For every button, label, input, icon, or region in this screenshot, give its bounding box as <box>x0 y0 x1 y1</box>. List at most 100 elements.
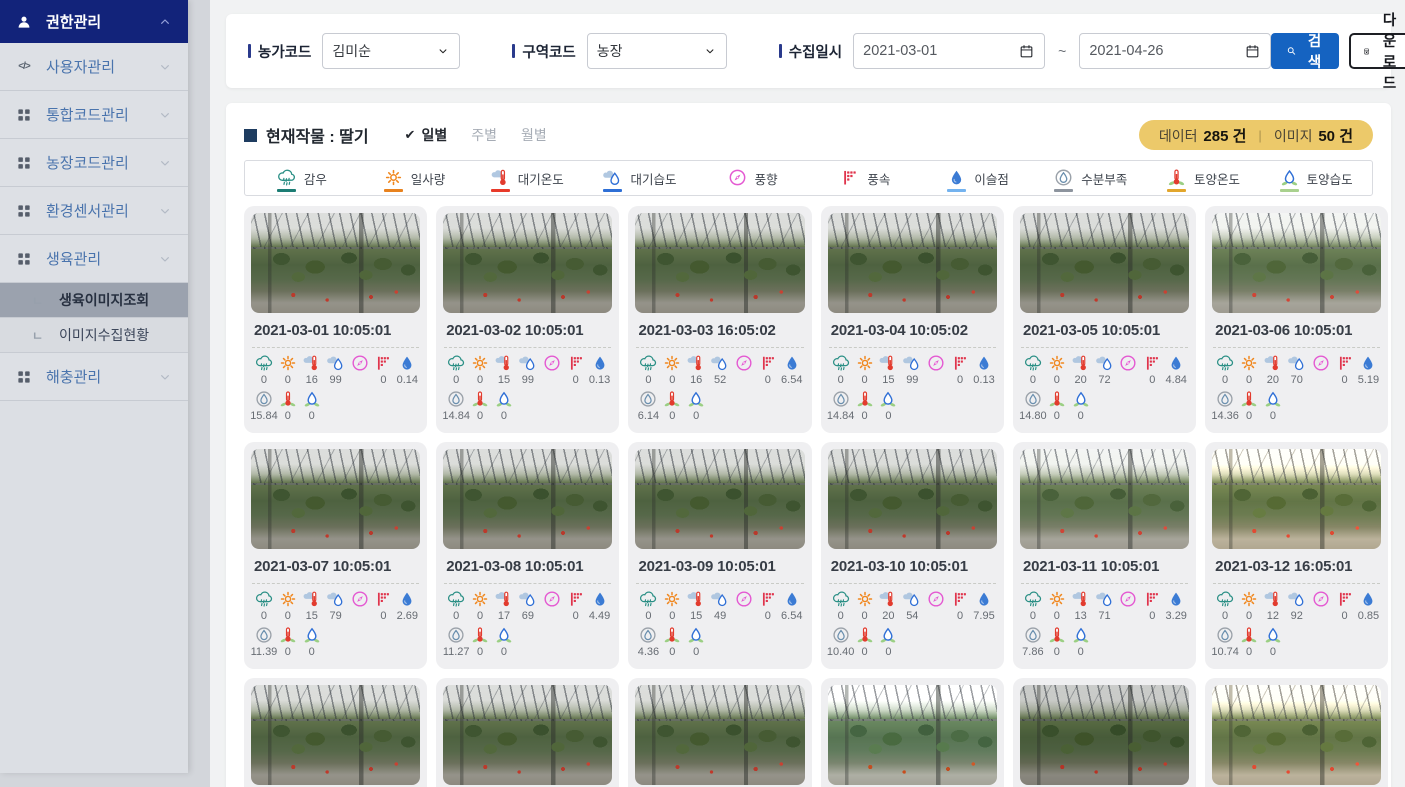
legend-underline <box>840 189 859 193</box>
sensor-value: 14.36 <box>1211 410 1239 423</box>
sensor-value: 0 <box>838 610 844 623</box>
thumbnail[interactable] <box>635 449 804 549</box>
calendar-icon[interactable] <box>1018 43 1035 60</box>
thumbnail[interactable] <box>1212 213 1381 313</box>
calendar-icon[interactable] <box>1244 43 1261 60</box>
dashed-divider <box>1021 347 1188 348</box>
sensor-value: 6.54 <box>781 374 802 387</box>
legend-label: 이슬점 <box>974 169 1009 188</box>
download-button[interactable]: 다운로드 <box>1349 33 1405 69</box>
image-card: 2021-03-13 10:05:01 <box>244 678 427 787</box>
thumbnail[interactable] <box>828 685 997 785</box>
sensor-value-rain: 0 <box>829 353 853 387</box>
sensor-value: 0 <box>957 610 963 623</box>
thumbnail[interactable] <box>443 213 612 313</box>
tab-월별[interactable]: 월별 <box>521 125 547 145</box>
sidebar-item-8[interactable]: 해충관리 <box>0 353 188 401</box>
image-card: 2021-03-07 10:05:0100157902.6911.3900 <box>244 442 427 669</box>
dew-drop-icon <box>974 353 994 373</box>
chevron-down-icon <box>157 369 173 385</box>
sensor-value: 6.54 <box>781 610 802 623</box>
image-card: 2021-03-16 10:05:02 <box>821 678 1004 787</box>
sensor-value-solar: 0 <box>1237 589 1261 623</box>
tab-주별[interactable]: 주별 <box>471 125 497 145</box>
thumbnail[interactable] <box>251 213 420 313</box>
soil-humidity-icon <box>1263 625 1283 645</box>
thumbnail[interactable] <box>1020 685 1189 785</box>
image-card: 2021-03-18 16:05:02 <box>1205 678 1388 787</box>
chevron-down-icon <box>436 44 450 58</box>
tab-label: 월별 <box>521 125 547 145</box>
sensor-value: 0 <box>380 374 386 387</box>
thumbnail[interactable] <box>443 449 612 549</box>
sensor-value-dew_point: 3.29 <box>1164 589 1188 623</box>
soil-humidity-icon <box>878 625 898 645</box>
sensor-value-moisture_deficit: 14.36 <box>1213 389 1237 423</box>
rain-cloud-icon <box>1215 589 1235 609</box>
thumbnail[interactable] <box>828 449 997 549</box>
sensor-value-moisture_deficit: 4.36 <box>636 625 660 659</box>
sensor-value-solar: 0 <box>1045 353 1069 387</box>
sidebar-item-5[interactable]: 생육관리 <box>0 235 188 283</box>
dew-drop-icon <box>397 589 417 609</box>
air-thermometer-icon <box>686 353 706 373</box>
sensor-values-row: 15.8400 <box>251 389 420 423</box>
thumbnail[interactable] <box>635 213 804 313</box>
search-button[interactable]: 검색 <box>1271 33 1338 69</box>
sidebar-item-4[interactable]: 환경센서관리 <box>0 187 188 235</box>
legend-icon-col <box>1053 167 1074 193</box>
sensor-value-rain: 0 <box>1213 353 1237 387</box>
legend-icon-col <box>946 167 967 193</box>
sensor-value: 7.86 <box>1022 646 1043 659</box>
sensor-value-wind_speed: 0 <box>948 353 972 387</box>
current-crop: 현재작물 : 딸기 <box>244 123 369 147</box>
thumbnail[interactable] <box>828 213 997 313</box>
legend-icon-col <box>1279 167 1300 193</box>
legend-icon-col <box>602 167 623 193</box>
dew-drop-icon <box>590 353 610 373</box>
legend-underline <box>1280 189 1299 193</box>
sensor-value: 0 <box>501 646 507 659</box>
sensor-value: 15 <box>306 610 318 623</box>
card-timestamp: 2021-03-05 10:05:01 <box>1023 322 1186 339</box>
air-thermometer-icon <box>490 167 511 188</box>
thumbnail[interactable] <box>251 685 420 785</box>
chevron-down-icon <box>157 203 173 219</box>
thumbnail[interactable] <box>443 685 612 785</box>
thumbnail[interactable] <box>1212 449 1381 549</box>
sensor-value-soil_humidity: 0 <box>492 625 516 659</box>
sensor-value: 11.39 <box>251 646 278 659</box>
sidebar-item-3[interactable]: 농장코드관리 <box>0 139 188 187</box>
thumbnail[interactable] <box>1020 449 1189 549</box>
chevron-down-icon <box>157 107 173 123</box>
thumbnail[interactable] <box>1020 213 1189 313</box>
zone-code-select[interactable]: 농장 <box>587 33 727 69</box>
sidebar-item-0[interactable]: 권한관리 <box>0 0 188 43</box>
sidebar-item-1[interactable]: </>사용자관리 <box>0 43 188 91</box>
sensor-value-soil_temp: 0 <box>1045 625 1069 659</box>
sidebar-item-2[interactable]: 통합코드관리 <box>0 91 188 139</box>
sensor-values-row: 00205407.95 <box>828 589 997 623</box>
current-crop-label: 현재작물 : 딸기 <box>266 123 369 147</box>
results-panel: 현재작물 : 딸기 ✔일별주별월별 데이터 285 건 | 이미지 50 건 감… <box>226 103 1391 787</box>
sidebar-item-label: 이미지수집현황 <box>59 325 149 345</box>
sensor-value-rain: 0 <box>1021 353 1045 387</box>
date-to-input[interactable]: 2021-04-26 <box>1079 33 1271 69</box>
thumbnail[interactable] <box>251 449 420 549</box>
farm-code-select[interactable]: 김미순 <box>322 33 460 69</box>
image-card: 2021-03-15 10:05:01 <box>628 678 811 787</box>
air-thermometer-icon <box>1263 589 1283 609</box>
sensor-value-air_humidity: 99 <box>516 353 540 387</box>
tab-일별[interactable]: ✔일별 <box>405 125 448 145</box>
sensor-value-soil_humidity: 0 <box>300 625 324 659</box>
sensor-value: 99 <box>906 374 918 387</box>
thumbnail[interactable] <box>635 685 804 785</box>
date-from-input[interactable]: 2021-03-01 <box>853 33 1045 69</box>
thumbnail[interactable] <box>1212 685 1381 785</box>
sidebar-item-7[interactable]: ㄴ이미지수집현황 <box>0 318 188 353</box>
air-humidity-icon <box>326 589 346 609</box>
rain-cloud-icon <box>638 589 658 609</box>
sidebar-item-6[interactable]: ㄴ생육이미지조회 <box>0 283 188 318</box>
sensor-value-air_humidity: 99 <box>900 353 924 387</box>
sensor-value: 0 <box>285 610 291 623</box>
